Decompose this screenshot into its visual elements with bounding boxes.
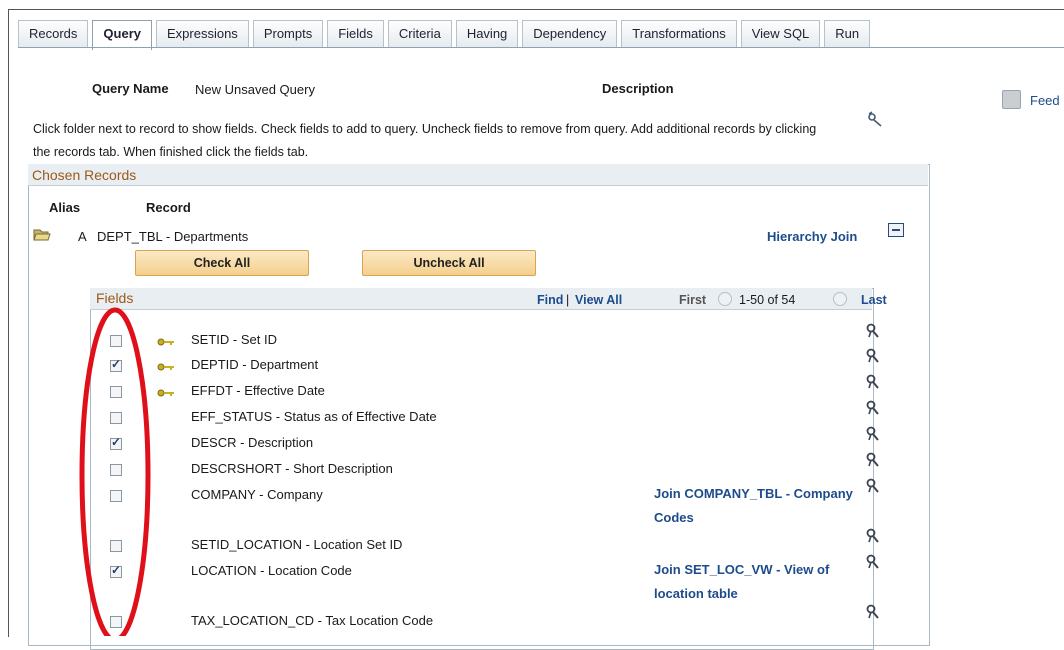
prompt-icon[interactable] bbox=[866, 374, 880, 390]
tab-dependency[interactable]: Dependency bbox=[522, 20, 618, 47]
tab-query[interactable]: Query bbox=[92, 20, 152, 50]
page-range: 1-50 of 54 bbox=[739, 293, 796, 307]
feed-icon[interactable] bbox=[1002, 90, 1021, 109]
collapse-icon[interactable] bbox=[888, 223, 904, 237]
field-name: DESCR - Description bbox=[191, 435, 314, 450]
find-link[interactable]: Find bbox=[537, 293, 563, 307]
prompt-icon[interactable] bbox=[866, 554, 880, 570]
prompt-icon[interactable] bbox=[866, 478, 880, 494]
tab-fields[interactable]: Fields bbox=[327, 20, 384, 47]
record-header: Record bbox=[146, 200, 191, 215]
tab-records[interactable]: Records bbox=[18, 20, 89, 47]
join-link[interactable]: Join COMPANY_TBL - Company Codes bbox=[654, 482, 864, 530]
previous-page-icon[interactable] bbox=[718, 292, 732, 306]
field-name: DEPTID - Department bbox=[191, 357, 319, 372]
query-name-value: New Unsaved Query bbox=[195, 82, 315, 97]
record-search-icon[interactable] bbox=[866, 111, 884, 130]
prompt-icon[interactable] bbox=[866, 604, 880, 620]
field-name: EFF_STATUS - Status as of Effective Date bbox=[191, 409, 437, 424]
last-link[interactable]: Last bbox=[861, 293, 887, 307]
view-all-link[interactable]: View All bbox=[575, 293, 622, 307]
tab-having[interactable]: Having bbox=[455, 20, 519, 47]
prompt-icon[interactable] bbox=[866, 528, 880, 544]
chosen-records-title: Chosen Records bbox=[28, 164, 928, 186]
feed-link[interactable]: Feed bbox=[1030, 93, 1060, 108]
tab-expressions[interactable]: Expressions bbox=[156, 20, 249, 47]
alias-header: Alias bbox=[49, 200, 81, 215]
uncheck-all-button[interactable]: Uncheck All bbox=[362, 250, 536, 276]
tab-run[interactable]: Run bbox=[824, 20, 871, 47]
record-alias: A bbox=[78, 229, 87, 244]
tab-prompts[interactable]: Prompts bbox=[252, 20, 324, 47]
tab-transformations[interactable]: Transformations bbox=[621, 20, 737, 47]
field-name: COMPANY - Company bbox=[191, 487, 323, 502]
next-page-icon[interactable] bbox=[833, 292, 847, 306]
prompt-icon[interactable] bbox=[866, 426, 880, 442]
join-link[interactable]: Join SET_LOC_VW - View of location table bbox=[654, 558, 864, 606]
hierarchy-join-link[interactable]: Hierarchy Join bbox=[767, 229, 857, 244]
nav-separator: | bbox=[566, 293, 570, 307]
prompt-icon[interactable] bbox=[866, 452, 880, 468]
field-name: EFFDT - Effective Date bbox=[191, 383, 325, 398]
tab-divider bbox=[18, 47, 1064, 48]
field-name: DESCRSHORT - Short Description bbox=[191, 461, 393, 476]
tab-view-sql[interactable]: View SQL bbox=[740, 20, 821, 47]
field-name: LOCATION - Location Code bbox=[191, 563, 352, 578]
field-name: SETID_LOCATION - Location Set ID bbox=[191, 537, 403, 552]
tab-criteria[interactable]: Criteria bbox=[387, 20, 452, 47]
prompt-icon[interactable] bbox=[866, 348, 880, 364]
field-name: SETID - Set ID bbox=[191, 332, 277, 347]
folder-open-icon[interactable] bbox=[33, 228, 51, 245]
field-name: TAX_LOCATION_CD - Tax Location Code bbox=[191, 613, 434, 628]
check-all-button[interactable]: Check All bbox=[135, 250, 309, 276]
first-label: First bbox=[679, 293, 707, 307]
description-label: Description bbox=[602, 81, 674, 96]
red-annotation-ellipse bbox=[79, 307, 151, 636]
prompt-icon[interactable] bbox=[866, 400, 880, 416]
prompt-icon[interactable] bbox=[866, 323, 880, 339]
record-name: DEPT_TBL - Departments bbox=[97, 229, 249, 244]
tab-bar: Records Query Expressions Prompts Fields Crit… bbox=[18, 20, 874, 50]
instructions-text: Click folder next to record to show fiel… bbox=[33, 122, 817, 159]
query-name-label: Query Name bbox=[92, 81, 169, 96]
